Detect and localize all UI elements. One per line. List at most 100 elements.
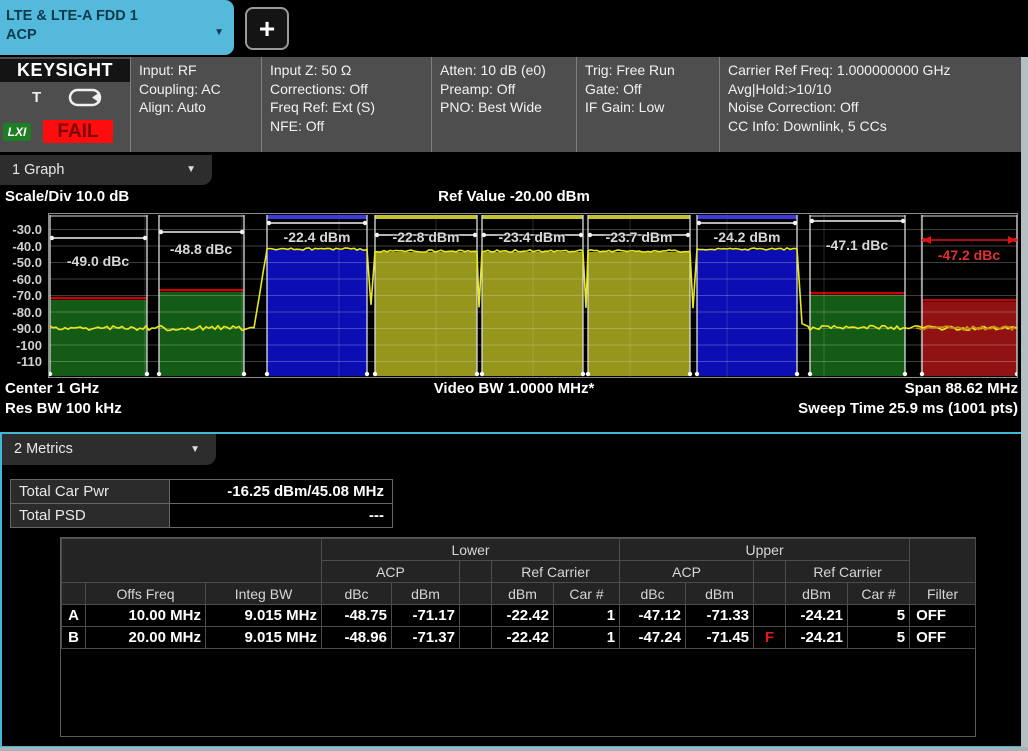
offset-b-result-row[interactable]: B 20.00 MHz 9.015 MHz -48.96 -71.37 -22.… <box>62 627 976 649</box>
lower-ref-car-num: 1 <box>554 627 620 649</box>
measurement-tab-meas: ACP <box>6 26 234 45</box>
filter-state: OFF <box>910 605 976 627</box>
y-tick-label: -50.0 <box>0 255 42 271</box>
power-summary-table: Total Car Pwr -16.25 dBm/45.08 MHz Total… <box>10 479 393 528</box>
table-row: Total PSD --- <box>11 504 393 528</box>
marker-label-lower-b: -49.0 dBc <box>67 253 129 269</box>
subheader-acp-lower: ACP <box>322 561 460 583</box>
res-bw-readout[interactable]: Res BW 100 kHz <box>5 400 122 417</box>
upper-acp-dbc: -47.12 <box>620 605 686 627</box>
table-group-header-row: Lower Upper <box>62 539 976 561</box>
offset-a-result-row[interactable]: A 10.00 MHz 9.015 MHz -48.75 -71.17 -22.… <box>62 605 976 627</box>
measurement-tab[interactable]: LTE & LTE-A FDD 1 ACP ▼ <box>0 0 234 55</box>
acp-results-table: Lower Upper ACP Ref Carrier ACP Ref Carr… <box>61 538 976 649</box>
upper-ref-car-num: 5 <box>848 627 910 649</box>
col-header-dbc: dBc <box>322 583 392 605</box>
lxi-badge: LXI <box>3 123 31 141</box>
subheader-acp-upper: ACP <box>620 561 754 583</box>
total-psd-value: --- <box>170 504 393 528</box>
setting-line: Trig: Free Run <box>585 61 719 80</box>
subheader-ref-upper: Ref Carrier <box>786 561 910 583</box>
instrument-screen: { "tab": {"line1": "LTE & LTE-A FDD 1", … <box>0 0 1028 751</box>
setting-line: Carrier Ref Freq: 1.000000000 GHz <box>728 61 1021 80</box>
marker-label-carrier-2: -22.8 dBm <box>393 229 460 245</box>
integ-bw-value: 9.015 MHz <box>206 627 322 649</box>
total-psd-label: Total PSD <box>11 504 170 528</box>
table-spacer-cell <box>62 583 86 605</box>
col-header-car-num: Car # <box>554 583 620 605</box>
metrics-view-selector[interactable]: 2 Metrics ▼ <box>2 434 216 465</box>
col-header-car-num: Car # <box>848 583 910 605</box>
setting-line: Gate: Off <box>585 80 719 99</box>
setting-line: CC Info: Downlink, 5 CCs <box>728 117 1021 136</box>
setting-line: Coupling: AC <box>139 80 261 99</box>
total-car-pwr-value: -16.25 dBm/45.08 MHz <box>170 480 393 504</box>
total-car-pwr-label: Total Car Pwr <box>11 480 170 504</box>
y-tick-label: -70.0 <box>0 288 42 304</box>
col-header-integ-bw: Integ BW <box>206 583 322 605</box>
metrics-view-selector-label: 2 Metrics <box>14 441 73 457</box>
measurement-tab-mode: LTE & LTE-A FDD 1 <box>6 7 234 26</box>
settings-col-trigger[interactable]: Trig: Free Run Gate: Off IF Gain: Low <box>576 57 719 152</box>
marker-label-lower-a: -48.8 dBc <box>170 241 232 257</box>
dropdown-arrow-icon: ▼ <box>214 26 224 39</box>
upper-fail-flag: F <box>754 627 786 649</box>
offs-freq-value: 10.00 MHz <box>86 605 206 627</box>
graph-window: 1 Graph ▼ Scale/Div 10.0 dB Ref Value -2… <box>0 152 1028 432</box>
col-header-offs-freq: Offs Freq <box>86 583 206 605</box>
lower-fail-flag <box>460 627 492 649</box>
keysight-logo: KEYSIGHT <box>0 59 130 82</box>
setting-line: Corrections: Off <box>270 80 431 99</box>
setting-line: Avg|Hold:>10/10 <box>728 80 1021 99</box>
graph-view-selector[interactable]: 1 Graph ▼ <box>0 155 212 185</box>
dropdown-arrow-icon: ▼ <box>190 434 200 465</box>
upper-ref-dbm: -24.21 <box>786 627 848 649</box>
setting-line: Atten: 10 dB (e0) <box>440 61 576 80</box>
marker-label-carrier-5: -24.2 dBm <box>714 229 781 245</box>
upper-acp-dbm: -71.33 <box>686 605 754 627</box>
table-spacer-cell <box>910 539 976 583</box>
sweep-time-readout[interactable]: Sweep Time 25.9 ms (1001 pts) <box>798 400 1018 417</box>
settings-header: KEYSIGHT T LXI FAIL Input: RF Coupling: … <box>0 57 1028 152</box>
settings-col-corrections[interactable]: Input Z: 50 Ω Corrections: Off Freq Ref:… <box>261 57 431 152</box>
span-readout[interactable]: Span 88.62 MHz <box>905 380 1018 397</box>
lower-ref-car-num: 1 <box>554 605 620 627</box>
acp-results-table-container: Lower Upper ACP Ref Carrier ACP Ref Carr… <box>60 537 976 737</box>
group-header-lower: Lower <box>322 539 620 561</box>
settings-col-input[interactable]: Input: RF Coupling: AC Align: Auto <box>130 57 261 152</box>
marker-label-carrier-4: -23.7 dBm <box>606 229 673 245</box>
dropdown-arrow-icon: ▼ <box>186 155 196 185</box>
trigger-indicator: T <box>32 89 41 106</box>
offset-id: A <box>62 605 86 627</box>
lower-ref-dbm: -22.42 <box>492 627 554 649</box>
y-tick-label: -80.0 <box>0 305 42 321</box>
plus-icon: + <box>259 13 275 44</box>
setting-line: Align: Auto <box>139 98 261 117</box>
y-tick-label: -90.0 <box>0 321 42 337</box>
setting-line: PNO: Best Wide <box>440 98 576 117</box>
lower-acp-dbm: -71.37 <box>392 627 460 649</box>
video-bw-readout[interactable]: Video BW 1.0000 MHz* <box>0 380 1028 397</box>
col-header-dbm: dBm <box>686 583 754 605</box>
table-column-header-row: Offs Freq Integ BW dBc dBm dBm Car # dBc… <box>62 583 976 605</box>
settings-col-atten[interactable]: Atten: 10 dB (e0) Preamp: Off PNO: Best … <box>431 57 576 152</box>
ref-value-readout[interactable]: Ref Value -20.00 dBm <box>0 188 1028 205</box>
subheader-ref-lower: Ref Carrier <box>492 561 620 583</box>
add-tab-button[interactable]: + <box>245 7 289 50</box>
setting-line: Input: RF <box>139 61 261 80</box>
settings-col-meas[interactable]: Carrier Ref Freq: 1.000000000 GHz Avg|Ho… <box>719 57 1021 152</box>
setting-line: Freq Ref: Ext (S) <box>270 98 431 117</box>
lower-fail-flag <box>460 605 492 627</box>
y-axis-labels: -30.0 -40.0 -50.0 -60.0 -70.0 -80.0 -90.… <box>0 213 44 378</box>
col-header-flag <box>460 583 492 605</box>
lower-acp-dbc: -48.75 <box>322 605 392 627</box>
setting-line: IF Gain: Low <box>585 98 719 117</box>
lower-acp-dbc: -48.96 <box>322 627 392 649</box>
spectrum-plot[interactable]: -49.0 dBc -48.8 dBc -22.4 dBm -22.8 dBm … <box>48 213 1018 378</box>
group-header-upper: Upper <box>620 539 910 561</box>
screen-edge-bottom <box>0 747 1028 751</box>
setting-line: Noise Correction: Off <box>728 98 1021 117</box>
integ-bw-value: 9.015 MHz <box>206 605 322 627</box>
col-header-ref-dbm: dBm <box>492 583 554 605</box>
col-header-flag <box>754 583 786 605</box>
